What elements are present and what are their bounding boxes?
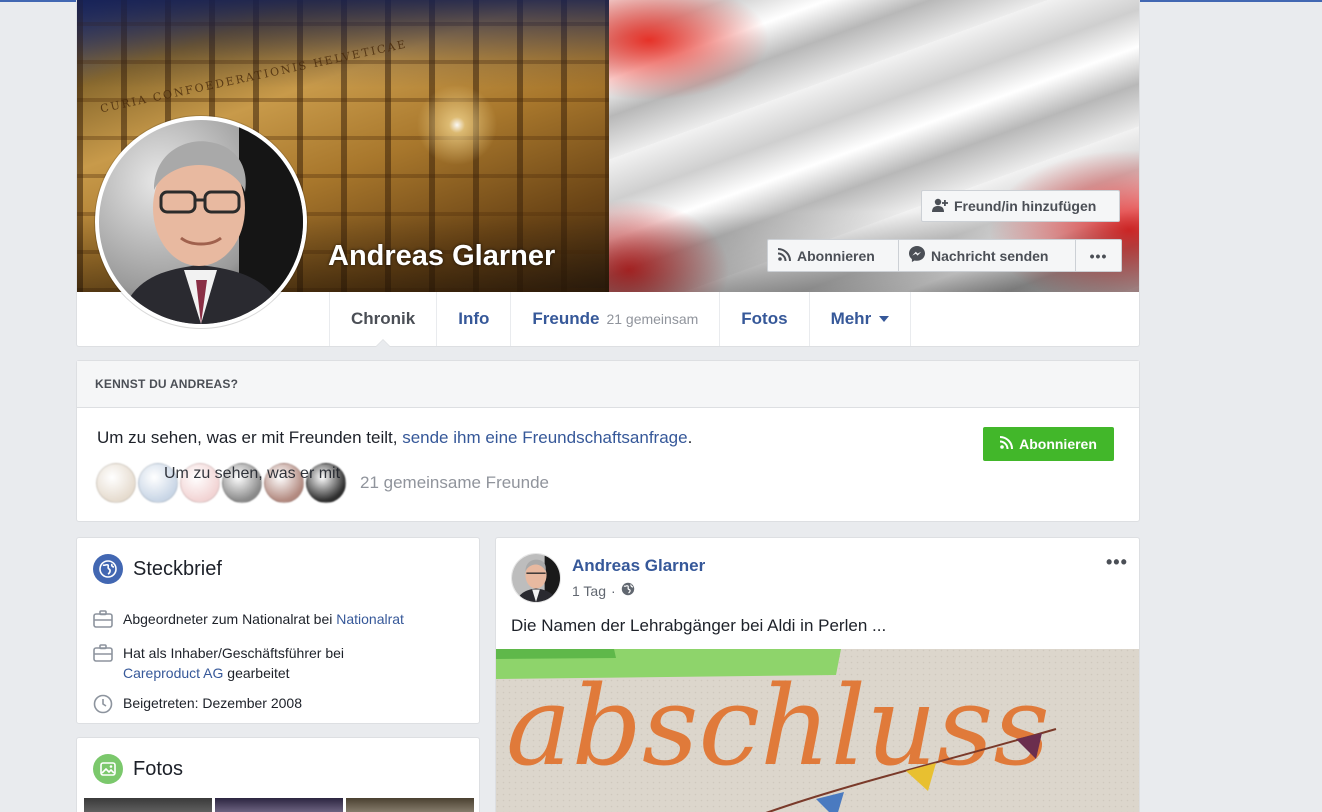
steckbrief-item-text: Abgeordneter zum Nationalrat bei Nationa… <box>123 609 404 633</box>
post-text: Die Namen der Lehrabgänger bei Aldi in P… <box>511 616 887 635</box>
rss-icon <box>777 247 791 264</box>
cover-inscription: CURIA CONFOEDERATIONIS HELVETICAE <box>99 37 409 116</box>
subscribe-label: Abonnieren <box>797 247 875 264</box>
mutual-friends-count[interactable]: 21 gemeinsame Freunde <box>360 473 549 493</box>
tab-fotos[interactable]: Fotos <box>719 292 808 346</box>
tab-mehr[interactable]: Mehr <box>808 292 912 346</box>
foto-thumbnail[interactable] <box>84 798 212 812</box>
tab-fotos-label: Fotos <box>741 309 788 328</box>
steckbrief-item: Abgeordneter zum Nationalrat bei Nationa… <box>93 609 473 633</box>
tab-freunde[interactable]: Freunde 21 gemeinsam <box>510 292 719 346</box>
careproduct-link[interactable]: Careproduct AG <box>123 665 223 681</box>
profile-name[interactable]: Andreas Glarner <box>328 240 555 273</box>
subscribe-button[interactable]: Abonnieren <box>768 240 899 271</box>
friend-request-link[interactable]: sende ihm eine Freundschaftsanfrage <box>402 428 687 447</box>
know-text-after: . <box>687 428 693 447</box>
cover-action-group: Abonnieren Nachricht senden ••• <box>767 239 1122 272</box>
steckbrief-item: Hat als Inhaber/Geschäftsführer bei Care… <box>93 643 473 683</box>
briefcase-icon <box>93 609 115 633</box>
nationalrat-link[interactable]: Nationalrat <box>336 611 404 627</box>
foto-thumbnails <box>84 798 477 812</box>
subscribe-green-label: Abonnieren <box>1019 436 1097 452</box>
steckbrief-item: Beigetreten: Dezember 2008 <box>93 693 473 719</box>
know-heading: KENNST DU ANDREAS? <box>77 361 1139 408</box>
steckbrief-item-prefix: Abgeordneter zum Nationalrat bei <box>123 611 337 627</box>
ghost-overlay-text: Um zu sehen, was er mit <box>164 465 341 482</box>
add-friend-label: Freund/in hinzufügen <box>954 198 1097 214</box>
tab-mehr-label: Mehr <box>830 309 872 328</box>
more-options-button[interactable]: ••• <box>1076 240 1121 271</box>
post-image-lettering: abschluss <box>506 662 1050 790</box>
know-text-before: Um zu sehen, was er mit Freunden teilt, <box>97 428 403 447</box>
post-meta: 1 Tag · <box>572 582 635 599</box>
profile-avatar[interactable] <box>95 116 307 328</box>
foto-thumbnail[interactable] <box>215 798 343 812</box>
steckbrief-title-label: Steckbrief <box>133 557 222 580</box>
photo-icon <box>93 754 123 784</box>
briefcase-icon <box>93 643 115 683</box>
know-person-box: KENNST DU ANDREAS? Um zu sehen, was er m… <box>76 360 1140 522</box>
tab-freunde-label: Freunde <box>532 309 600 328</box>
profile-tabs: Chronik Info Freunde 21 gemeinsam Fotos … <box>329 292 912 347</box>
tab-chronik[interactable]: Chronik <box>329 292 436 347</box>
caret-down-icon <box>879 316 890 322</box>
tab-info-label: Info <box>458 309 490 328</box>
tab-freunde-count: 21 gemeinsam <box>606 311 699 327</box>
add-friend-icon <box>932 198 948 215</box>
clock-icon <box>93 693 115 719</box>
steckbrief-item-text: Beigetreten: Dezember 2008 <box>123 695 302 711</box>
foto-thumbnail[interactable] <box>346 798 474 812</box>
tab-info[interactable]: Info <box>436 292 510 346</box>
subscribe-green-button[interactable]: Abonnieren <box>983 427 1114 461</box>
fotos-title-label: Fotos <box>133 757 184 780</box>
post-image[interactable]: abschluss <box>496 649 1139 812</box>
globe-icon <box>93 554 123 584</box>
mutual-friend-avatar[interactable] <box>96 463 136 503</box>
rss-icon <box>999 436 1014 452</box>
profile-avatar-image <box>99 120 303 324</box>
steckbrief-title: Steckbrief <box>93 554 222 584</box>
post-options-button[interactable]: ••• <box>1106 552 1128 573</box>
send-message-label: Nachricht senden <box>931 247 1049 264</box>
fotos-card: Fotos <box>76 737 480 812</box>
globe-icon[interactable] <box>621 582 635 599</box>
post-timestamp[interactable]: 1 Tag <box>572 583 606 599</box>
steckbrief-item-prefix: Hat als Inhaber/Geschäftsführer bei <box>123 645 345 661</box>
steckbrief-item-suffix: gearbeitet <box>223 665 290 681</box>
post-image-graphic: abschluss <box>496 649 1139 812</box>
send-message-button[interactable]: Nachricht senden <box>899 240 1076 271</box>
steckbrief-item-text: Hat als Inhaber/Geschäftsführer bei Care… <box>123 643 344 683</box>
know-description: Um zu sehen, was er mit Freunden teilt, … <box>97 428 692 448</box>
fotos-title[interactable]: Fotos <box>93 754 183 784</box>
timeline-post: Andreas Glarner 1 Tag · ••• Die Namen de… <box>495 537 1140 812</box>
steckbrief-list: Abgeordneter zum Nationalrat bei Nationa… <box>93 609 473 729</box>
tab-chronik-label: Chronik <box>351 309 416 328</box>
post-author-name[interactable]: Andreas Glarner <box>572 556 705 576</box>
post-author-avatar[interactable] <box>511 553 561 603</box>
post-author-avatar-image <box>512 554 560 602</box>
messenger-icon <box>909 246 925 265</box>
steckbrief-card: Steckbrief Abgeordneter zum Nationalrat … <box>76 537 480 724</box>
post-meta-separator: · <box>611 582 616 599</box>
add-friend-button[interactable]: Freund/in hinzufügen <box>921 190 1120 222</box>
